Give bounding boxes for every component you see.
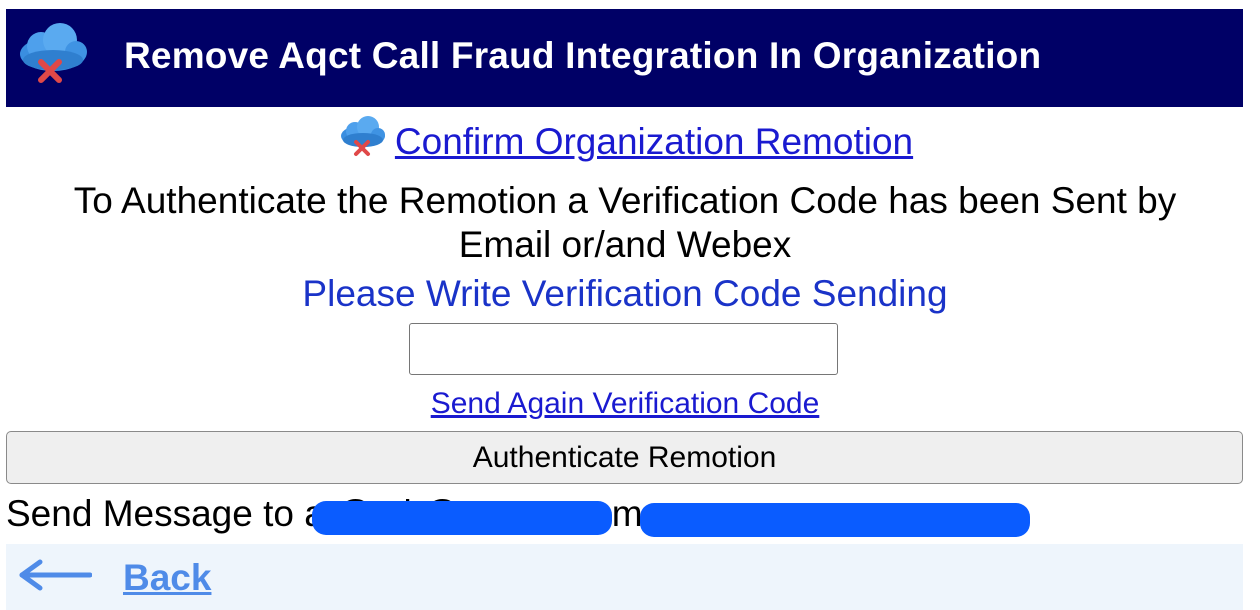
cloud-remove-icon xyxy=(20,23,87,83)
verification-instruction: Please Write Verification Code Sending xyxy=(302,273,948,314)
cloud-remove-icon xyxy=(340,116,385,156)
send-message-prefix: Send Message to xyxy=(6,493,305,534)
confirm-row: Confirm Organization Remotion xyxy=(0,114,1250,163)
send-message-row: Send Message to a @ , l @ermoz.com xyxy=(6,493,1031,541)
authentication-message-line-1: To Authenticate the Remotion a Verificat… xyxy=(73,180,1177,221)
redaction-mark xyxy=(312,501,613,535)
confirm-organization-remotion-link[interactable]: Confirm Organization Remotion xyxy=(395,121,913,162)
message-recipients: a @ , l @ermoz.com xyxy=(304,493,1031,537)
authentication-message-line-2: Email or/and Webex xyxy=(458,224,792,265)
page-title: Remove Aqct Call Fraud Integration In Or… xyxy=(124,35,1042,76)
left-arrow-icon[interactable] xyxy=(16,559,92,591)
header-bar: Remove Aqct Call Fraud Integration In Or… xyxy=(6,9,1243,107)
page: Remove Aqct Call Fraud Integration In Or… xyxy=(0,0,1260,610)
verification-code-input[interactable] xyxy=(409,323,838,375)
back-link[interactable]: Back xyxy=(123,557,211,599)
back-bar: Back xyxy=(6,544,1243,610)
send-again-verification-code-link[interactable]: Send Again Verification Code xyxy=(0,387,1250,421)
authentication-message: To Authenticate the Remotion a Verificat… xyxy=(0,179,1250,267)
authenticate-remotion-button[interactable]: Authenticate Remotion xyxy=(6,431,1243,484)
redaction-mark xyxy=(640,503,1031,537)
